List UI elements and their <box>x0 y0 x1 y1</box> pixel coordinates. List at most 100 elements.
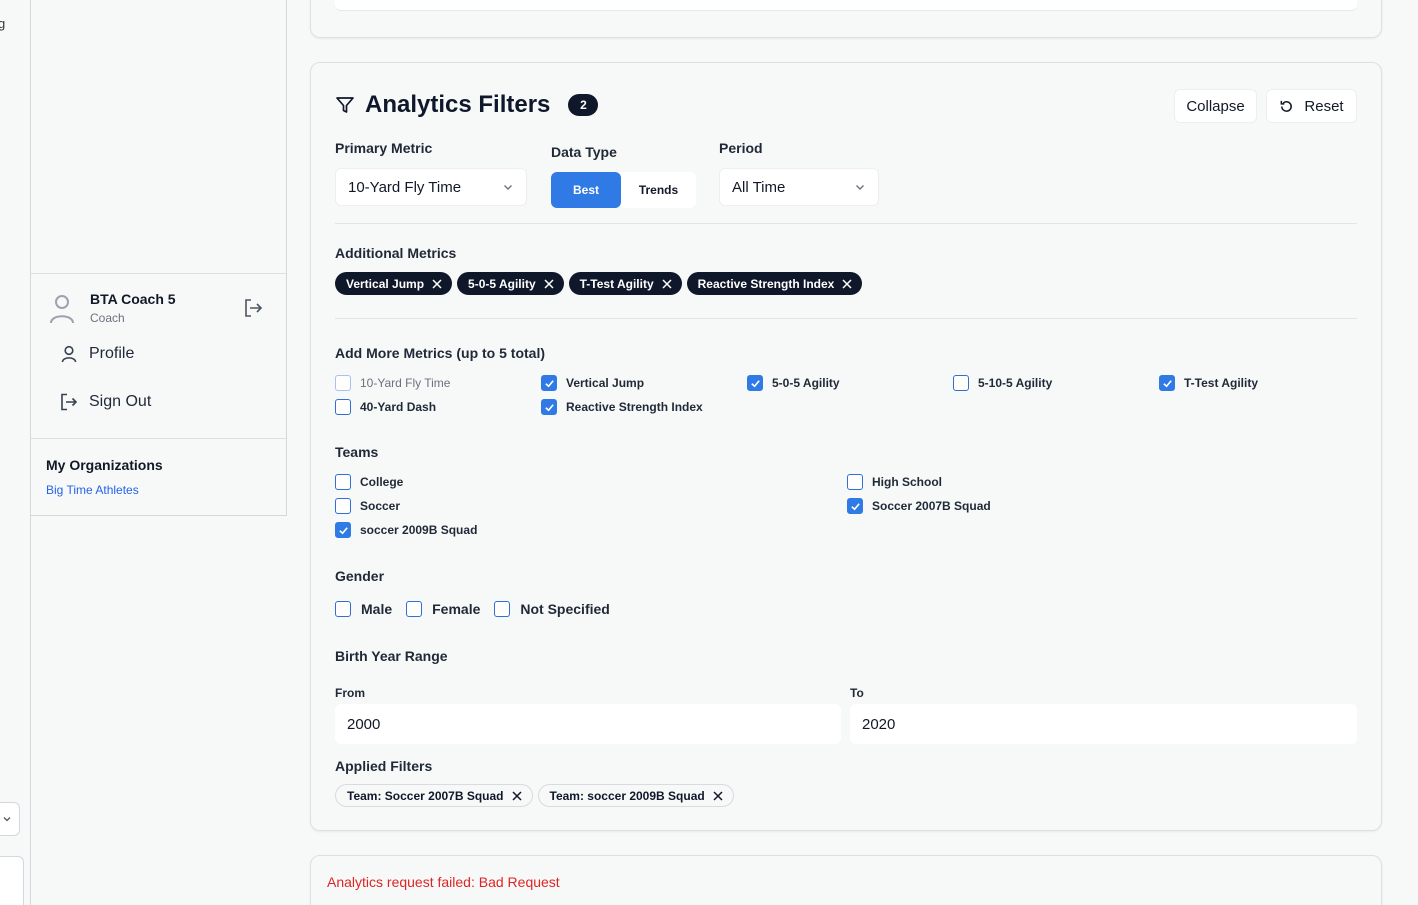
filters-header: Analytics Filters 2 <box>335 91 599 119</box>
period-label: Period <box>719 140 763 156</box>
chevron-down-icon <box>856 185 864 190</box>
checkbox[interactable] <box>494 601 511 617</box>
checkbox[interactable] <box>335 474 351 490</box>
user-name: BTA Coach 5 <box>90 291 176 307</box>
metric-option-10-yard-fly-time: 10-Yard Fly Time <box>335 375 450 391</box>
checkbox[interactable] <box>335 601 351 617</box>
error-card: Analytics request failed: Bad Request <box>310 855 1382 905</box>
team-option-high-school[interactable]: High School <box>847 474 942 490</box>
team-option-soccer-2009b-squad[interactable]: soccer 2009B Squad <box>335 522 477 538</box>
avatar-icon <box>50 295 74 324</box>
checkbox <box>335 375 351 391</box>
option-label: Reactive Strength Index <box>566 400 703 414</box>
data-type-label: Data Type <box>551 144 617 160</box>
user-role: Coach <box>90 311 125 325</box>
team-option-soccer[interactable]: Soccer <box>335 498 400 514</box>
logout-icon[interactable] <box>242 297 264 319</box>
option-label: Not Specified <box>520 601 610 617</box>
organization-link[interactable]: Big Time Athletes <box>46 483 139 497</box>
input-value: 2000 <box>347 715 381 733</box>
birth-year-from-input[interactable]: 2000 <box>335 704 841 744</box>
app-page: g BTA Coach 5 Coach Profile Sign Out My … <box>0 0 1418 905</box>
active-filter-count-badge: 2 <box>568 94 599 116</box>
checkbox[interactable] <box>335 399 351 415</box>
gender-option-not-specified[interactable]: Not Specified <box>494 601 610 617</box>
data-type-best-option[interactable]: Best <box>551 172 621 208</box>
add-more-metrics-label: Add More Metrics (up to 5 total) <box>335 345 545 361</box>
option-label: Vertical Jump <box>566 376 645 390</box>
chip-label: Team: soccer 2009B Squad <box>549 788 705 803</box>
metric-option-reactive-strength-index[interactable]: Reactive Strength Index <box>541 399 703 415</box>
left-rail: g <box>0 0 31 905</box>
checkbox[interactable] <box>541 399 557 415</box>
checkbox[interactable] <box>406 601 423 617</box>
metric-option-40-yard-dash[interactable]: 40-Yard Dash <box>335 399 436 415</box>
close-icon[interactable] <box>432 278 442 289</box>
metric-chip[interactable]: T-Test Agility <box>568 272 682 295</box>
check-icon <box>544 403 554 411</box>
checkbox[interactable] <box>1159 375 1175 391</box>
checkbox[interactable] <box>847 498 863 514</box>
data-type-toggle: Best Trends <box>551 172 696 208</box>
input-value: 2020 <box>862 715 896 733</box>
organizations-title: My Organizations <box>46 457 163 473</box>
close-icon[interactable] <box>713 790 723 801</box>
check-icon <box>850 502 860 510</box>
metric-option-5-0-5-agility[interactable]: 5-0-5 Agility <box>747 375 840 391</box>
primary-metric-select[interactable]: 10-Yard Fly Time <box>335 168 527 206</box>
option-label: 5-10-5 Agility <box>978 376 1053 390</box>
check-icon <box>544 379 554 387</box>
additional-metrics-label: Additional Metrics <box>335 245 457 261</box>
data-type-trends-option[interactable]: Trends <box>621 172 696 208</box>
gender-option-male[interactable]: Male <box>335 601 392 617</box>
sidebar-item-profile[interactable]: Profile <box>59 344 134 364</box>
checkbox[interactable] <box>335 522 351 538</box>
applied-filter-chip[interactable]: Team: soccer 2009B Squad <box>537 784 734 807</box>
sidebar: BTA Coach 5 Coach Profile Sign Out My Or… <box>31 0 287 516</box>
option-label: High School <box>872 475 942 489</box>
checkbox[interactable] <box>335 498 351 514</box>
section-divider <box>335 223 1357 224</box>
reset-icon <box>1281 100 1293 112</box>
collapse-button[interactable]: Collapse <box>1174 89 1257 123</box>
checkbox[interactable] <box>953 375 969 391</box>
reset-label: Reset <box>1304 97 1344 115</box>
metric-option-5-10-5-agility[interactable]: 5-10-5 Agility <box>953 375 1052 391</box>
chip-label: Team: Soccer 2007B Squad <box>347 788 504 803</box>
checkbox[interactable] <box>747 375 763 391</box>
chip-label: Reactive Strength Index <box>697 276 835 291</box>
close-icon[interactable] <box>511 790 522 801</box>
checkbox[interactable] <box>847 474 863 490</box>
checkbox[interactable] <box>541 375 557 391</box>
previous-card <box>310 0 1382 38</box>
chip-label: T-Test Agility <box>579 276 654 291</box>
error-message: Analytics request failed: Bad Request <box>327 874 560 890</box>
birth-year-to-input[interactable]: 2020 <box>850 704 1357 744</box>
user-card: BTA Coach 5 Coach <box>47 290 267 326</box>
metric-chip[interactable]: Reactive Strength Index <box>686 272 863 295</box>
metric-option-vertical-jump[interactable]: Vertical Jump <box>541 375 644 391</box>
reset-button[interactable]: Reset <box>1266 89 1357 123</box>
option-label: 40-Yard Dash <box>360 400 437 414</box>
teams-label: Teams <box>335 444 379 460</box>
option-label: College <box>360 475 404 489</box>
metric-chip[interactable]: 5-0-5 Agility <box>457 272 564 295</box>
sidebar-item-label: Sign Out <box>89 393 152 410</box>
sidebar-item-label: Profile <box>89 345 135 362</box>
applied-filters-chips: Team: Soccer 2007B Squad Team: soccer 20… <box>335 784 734 807</box>
close-icon[interactable] <box>842 278 852 289</box>
additional-metrics-chips: Vertical Jump 5-0-5 Agility T-Test Agili… <box>335 272 863 295</box>
rail-dropdown[interactable] <box>0 802 20 836</box>
sidebar-item-sign-out[interactable]: Sign Out <box>59 392 151 412</box>
metric-chip[interactable]: Vertical Jump <box>335 272 453 295</box>
close-icon[interactable] <box>544 278 554 289</box>
gender-option-female[interactable]: Female <box>406 601 480 617</box>
chevron-down-icon <box>504 185 512 190</box>
team-option-college[interactable]: College <box>335 474 403 490</box>
applied-filter-chip[interactable]: Team: Soccer 2007B Squad <box>335 784 533 807</box>
close-icon[interactable] <box>662 278 672 289</box>
team-option-soccer-2007b-squad[interactable]: Soccer 2007B Squad <box>847 498 991 514</box>
period-select[interactable]: All Time <box>719 168 879 206</box>
chip-label: 5-0-5 Agility <box>468 276 536 291</box>
metric-option-t-test-agility[interactable]: T-Test Agility <box>1159 375 1258 391</box>
